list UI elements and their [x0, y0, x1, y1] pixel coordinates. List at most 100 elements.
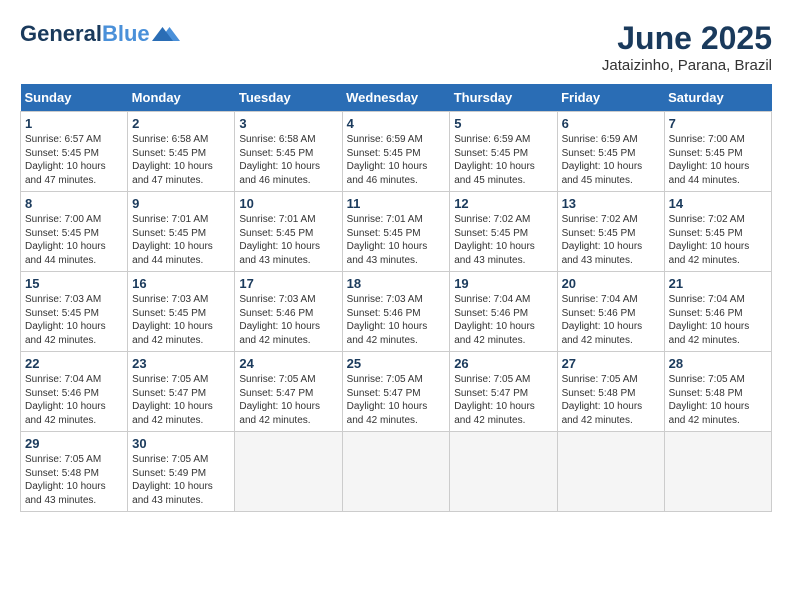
day-info: Sunrise: 6:59 AM Sunset: 5:45 PM Dayligh… [347, 133, 446, 187]
page-header: GeneralBlue June 2025 Jataizinho, Parana… [20, 20, 772, 74]
day-info: Sunrise: 7:00 AM Sunset: 5:45 PM Dayligh… [669, 133, 767, 187]
calendar-cell: 3 Sunrise: 6:58 AM Sunset: 5:45 PM Dayli… [235, 112, 342, 192]
day-info: Sunrise: 7:04 AM Sunset: 5:46 PM Dayligh… [25, 373, 123, 427]
day-number: 13 [562, 196, 660, 211]
calendar-header-row: SundayMondayTuesdayWednesdayThursdayFrid… [21, 84, 772, 112]
calendar-cell: 28 Sunrise: 7:05 AM Sunset: 5:48 PM Dayl… [664, 352, 771, 432]
header-sunday: Sunday [21, 84, 128, 112]
day-info: Sunrise: 7:04 AM Sunset: 5:46 PM Dayligh… [454, 293, 552, 347]
header-friday: Friday [557, 84, 664, 112]
day-info: Sunrise: 7:01 AM Sunset: 5:45 PM Dayligh… [239, 213, 337, 267]
calendar-table: SundayMondayTuesdayWednesdayThursdayFrid… [20, 84, 772, 512]
day-info: Sunrise: 7:05 AM Sunset: 5:47 PM Dayligh… [132, 373, 230, 427]
header-tuesday: Tuesday [235, 84, 342, 112]
day-number: 8 [25, 196, 123, 211]
day-number: 12 [454, 196, 552, 211]
calendar-cell: 18 Sunrise: 7:03 AM Sunset: 5:46 PM Dayl… [342, 272, 450, 352]
day-number: 14 [669, 196, 767, 211]
calendar-cell: 27 Sunrise: 7:05 AM Sunset: 5:48 PM Dayl… [557, 352, 664, 432]
calendar-cell: 29 Sunrise: 7:05 AM Sunset: 5:48 PM Dayl… [21, 432, 128, 512]
calendar-cell: 5 Sunrise: 6:59 AM Sunset: 5:45 PM Dayli… [450, 112, 557, 192]
header-monday: Monday [128, 84, 235, 112]
calendar-cell: 13 Sunrise: 7:02 AM Sunset: 5:45 PM Dayl… [557, 192, 664, 272]
day-number: 9 [132, 196, 230, 211]
calendar-week-row: 15 Sunrise: 7:03 AM Sunset: 5:45 PM Dayl… [21, 272, 772, 352]
day-number: 16 [132, 276, 230, 291]
calendar-cell: 15 Sunrise: 7:03 AM Sunset: 5:45 PM Dayl… [21, 272, 128, 352]
day-number: 15 [25, 276, 123, 291]
calendar-cell: 22 Sunrise: 7:04 AM Sunset: 5:46 PM Dayl… [21, 352, 128, 432]
day-number: 18 [347, 276, 446, 291]
calendar-cell: 12 Sunrise: 7:02 AM Sunset: 5:45 PM Dayl… [450, 192, 557, 272]
day-info: Sunrise: 7:03 AM Sunset: 5:45 PM Dayligh… [132, 293, 230, 347]
day-number: 24 [239, 356, 337, 371]
calendar-cell: 19 Sunrise: 7:04 AM Sunset: 5:46 PM Dayl… [450, 272, 557, 352]
calendar-cell [557, 432, 664, 512]
header-thursday: Thursday [450, 84, 557, 112]
day-number: 23 [132, 356, 230, 371]
header-saturday: Saturday [664, 84, 771, 112]
day-number: 22 [25, 356, 123, 371]
day-number: 27 [562, 356, 660, 371]
calendar-cell: 16 Sunrise: 7:03 AM Sunset: 5:45 PM Dayl… [128, 272, 235, 352]
day-number: 7 [669, 116, 767, 131]
day-info: Sunrise: 7:03 AM Sunset: 5:45 PM Dayligh… [25, 293, 123, 347]
day-number: 3 [239, 116, 337, 131]
day-number: 30 [132, 436, 230, 451]
calendar-cell: 23 Sunrise: 7:05 AM Sunset: 5:47 PM Dayl… [128, 352, 235, 432]
calendar-cell: 26 Sunrise: 7:05 AM Sunset: 5:47 PM Dayl… [450, 352, 557, 432]
calendar-cell: 14 Sunrise: 7:02 AM Sunset: 5:45 PM Dayl… [664, 192, 771, 272]
calendar-cell: 11 Sunrise: 7:01 AM Sunset: 5:45 PM Dayl… [342, 192, 450, 272]
day-number: 29 [25, 436, 123, 451]
logo: GeneralBlue [20, 20, 180, 48]
day-number: 21 [669, 276, 767, 291]
day-info: Sunrise: 7:01 AM Sunset: 5:45 PM Dayligh… [132, 213, 230, 267]
calendar-cell: 2 Sunrise: 6:58 AM Sunset: 5:45 PM Dayli… [128, 112, 235, 192]
logo-text: GeneralBlue [20, 22, 150, 46]
day-info: Sunrise: 7:03 AM Sunset: 5:46 PM Dayligh… [347, 293, 446, 347]
calendar-cell: 30 Sunrise: 7:05 AM Sunset: 5:49 PM Dayl… [128, 432, 235, 512]
day-number: 11 [347, 196, 446, 211]
day-number: 17 [239, 276, 337, 291]
day-number: 6 [562, 116, 660, 131]
calendar-cell [450, 432, 557, 512]
day-info: Sunrise: 6:59 AM Sunset: 5:45 PM Dayligh… [562, 133, 660, 187]
day-info: Sunrise: 7:05 AM Sunset: 5:48 PM Dayligh… [562, 373, 660, 427]
day-info: Sunrise: 7:05 AM Sunset: 5:47 PM Dayligh… [347, 373, 446, 427]
day-number: 2 [132, 116, 230, 131]
calendar-cell [342, 432, 450, 512]
day-info: Sunrise: 7:04 AM Sunset: 5:46 PM Dayligh… [562, 293, 660, 347]
calendar-cell: 17 Sunrise: 7:03 AM Sunset: 5:46 PM Dayl… [235, 272, 342, 352]
calendar-week-row: 29 Sunrise: 7:05 AM Sunset: 5:48 PM Dayl… [21, 432, 772, 512]
calendar-cell [664, 432, 771, 512]
location-subtitle: Jataizinho, Parana, Brazil [602, 57, 772, 74]
title-block: June 2025 Jataizinho, Parana, Brazil [602, 20, 772, 74]
calendar-cell: 1 Sunrise: 6:57 AM Sunset: 5:45 PM Dayli… [21, 112, 128, 192]
day-number: 19 [454, 276, 552, 291]
calendar-cell: 6 Sunrise: 6:59 AM Sunset: 5:45 PM Dayli… [557, 112, 664, 192]
day-number: 5 [454, 116, 552, 131]
day-number: 26 [454, 356, 552, 371]
calendar-cell: 21 Sunrise: 7:04 AM Sunset: 5:46 PM Dayl… [664, 272, 771, 352]
day-info: Sunrise: 7:02 AM Sunset: 5:45 PM Dayligh… [562, 213, 660, 267]
day-info: Sunrise: 7:05 AM Sunset: 5:47 PM Dayligh… [239, 373, 337, 427]
day-info: Sunrise: 7:05 AM Sunset: 5:49 PM Dayligh… [132, 453, 230, 507]
day-info: Sunrise: 6:58 AM Sunset: 5:45 PM Dayligh… [132, 133, 230, 187]
day-number: 20 [562, 276, 660, 291]
day-number: 25 [347, 356, 446, 371]
calendar-week-row: 22 Sunrise: 7:04 AM Sunset: 5:46 PM Dayl… [21, 352, 772, 432]
day-info: Sunrise: 7:04 AM Sunset: 5:46 PM Dayligh… [669, 293, 767, 347]
calendar-cell: 7 Sunrise: 7:00 AM Sunset: 5:45 PM Dayli… [664, 112, 771, 192]
day-info: Sunrise: 6:58 AM Sunset: 5:45 PM Dayligh… [239, 133, 337, 187]
day-info: Sunrise: 7:05 AM Sunset: 5:48 PM Dayligh… [669, 373, 767, 427]
logo-icon [152, 20, 180, 48]
calendar-cell: 8 Sunrise: 7:00 AM Sunset: 5:45 PM Dayli… [21, 192, 128, 272]
header-wednesday: Wednesday [342, 84, 450, 112]
day-number: 1 [25, 116, 123, 131]
day-number: 4 [347, 116, 446, 131]
calendar-cell: 20 Sunrise: 7:04 AM Sunset: 5:46 PM Dayl… [557, 272, 664, 352]
calendar-cell: 25 Sunrise: 7:05 AM Sunset: 5:47 PM Dayl… [342, 352, 450, 432]
day-info: Sunrise: 7:01 AM Sunset: 5:45 PM Dayligh… [347, 213, 446, 267]
day-info: Sunrise: 6:59 AM Sunset: 5:45 PM Dayligh… [454, 133, 552, 187]
calendar-cell [235, 432, 342, 512]
